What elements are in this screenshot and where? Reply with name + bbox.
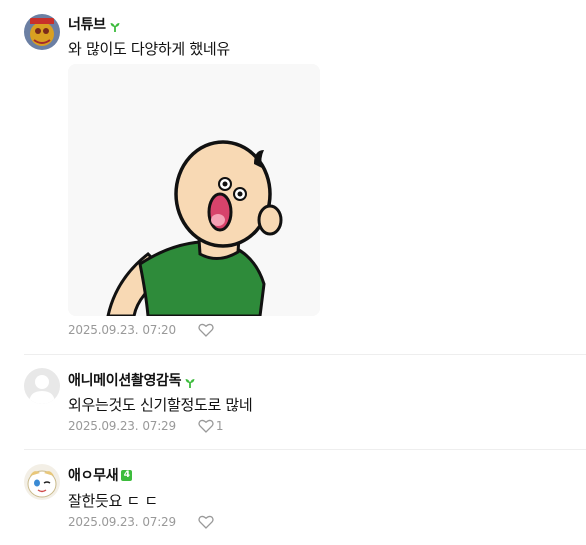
sprout-badge-icon xyxy=(109,18,121,32)
comment-date: 2025.09.23. xyxy=(68,515,139,529)
level-4-badge-icon: 4 xyxy=(121,469,133,481)
comment-date: 2025.09.23. xyxy=(68,419,139,433)
heart-icon xyxy=(198,419,214,433)
comment-text: 외우는것도 신기할정도로 많네 xyxy=(68,396,253,414)
sticker-image[interactable] xyxy=(68,64,320,316)
comment-item: 애ㅇ무새 4 잘한듯요 ㄷ ㄷ 2025.09.23. 07:29 xyxy=(0,450,586,545)
comment-meta: 2025.09.23. 07:29 1 xyxy=(68,419,224,433)
author-line: 애ㅇ무새 4 xyxy=(68,465,133,485)
heart-icon xyxy=(198,515,214,529)
sprout-badge-icon xyxy=(184,374,196,388)
comment-item: 애니메이션촬영감독 외우는것도 신기할정도로 많네 2025.09.23. 07… xyxy=(0,355,586,449)
heart-icon xyxy=(198,323,214,337)
comment-text: 와 많이도 다양하게 했네유 xyxy=(68,40,230,58)
comment-meta: 2025.09.23. 07:29 xyxy=(68,515,216,529)
comment-text: 잘한듯요 ㄷ ㄷ xyxy=(68,492,158,510)
avatar[interactable] xyxy=(24,14,60,50)
like-button[interactable]: 1 xyxy=(198,419,224,433)
like-button[interactable] xyxy=(198,323,216,337)
comment-time: 07:29 xyxy=(142,419,176,433)
author-name[interactable]: 애ㅇ무새 xyxy=(68,465,119,485)
avatar[interactable] xyxy=(24,368,60,404)
avatar[interactable] xyxy=(24,464,60,500)
level-badge-label: 4 xyxy=(123,469,130,480)
comment-item: 너튜브 와 많이도 다양하게 했네유 2025.09.23. 07:20 xyxy=(0,0,586,345)
comment-time: 07:29 xyxy=(142,515,176,529)
like-button[interactable] xyxy=(198,515,216,529)
author-line: 너튜브 xyxy=(68,14,121,34)
author-name[interactable]: 애니메이션촬영감독 xyxy=(68,370,182,390)
comment-meta: 2025.09.23. 07:20 xyxy=(68,323,216,337)
like-count: 1 xyxy=(215,419,224,433)
author-name[interactable]: 너튜브 xyxy=(68,14,106,34)
comment-time: 07:20 xyxy=(142,323,176,337)
author-line: 애니메이션촬영감독 xyxy=(68,370,196,390)
comment-date: 2025.09.23. xyxy=(68,323,139,337)
